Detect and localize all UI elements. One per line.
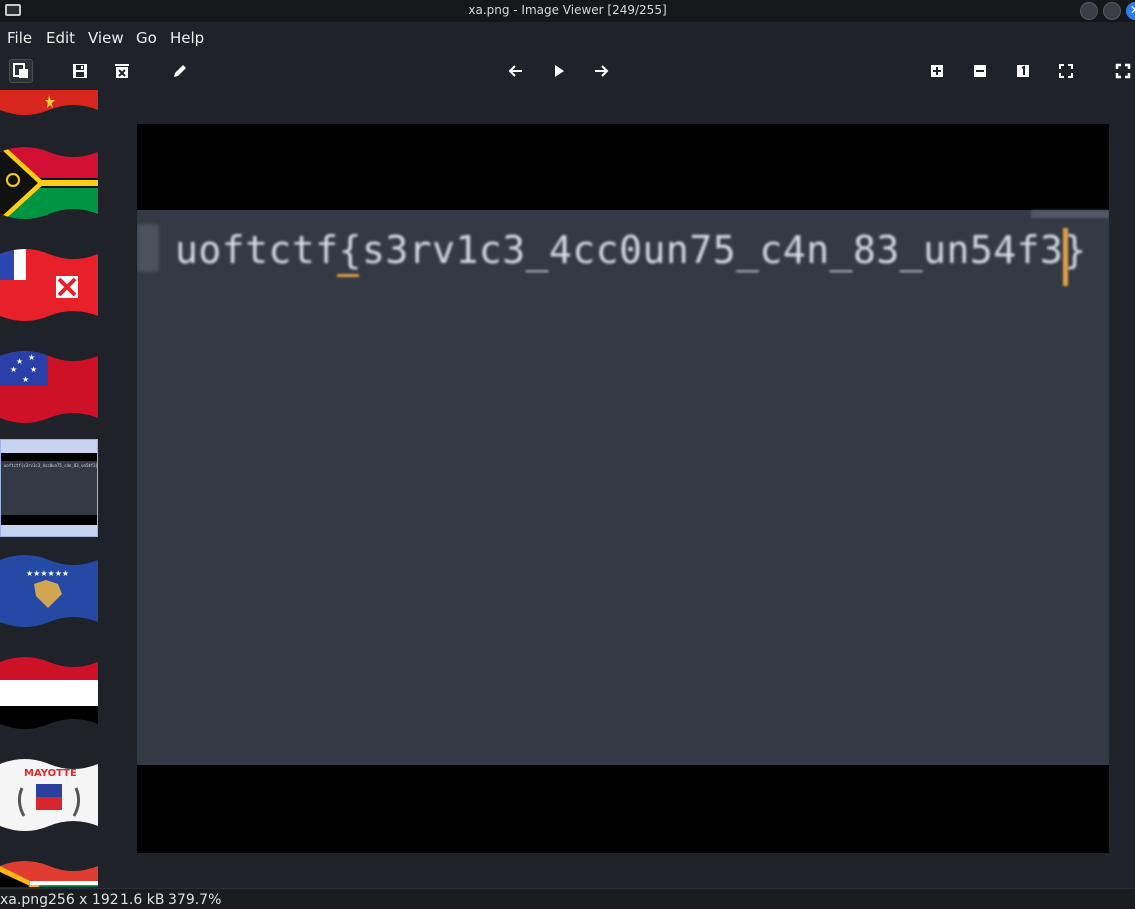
status-filename: xa.png <box>0 892 48 908</box>
window-title: xa.png - Image Viewer [249/255] <box>468 3 667 17</box>
fit-window-button[interactable] <box>1054 59 1078 83</box>
zoom-out-button[interactable] <box>968 59 992 83</box>
close-icon: ✕ <box>1130 3 1135 17</box>
image-content-area <box>137 210 1109 765</box>
status-dimensions: 256 x 192 <box>48 892 119 908</box>
original-size-icon <box>1017 65 1029 77</box>
show-sidebar-button[interactable] <box>9 59 33 83</box>
title-bar: xa.png - Image Viewer [249/255] ✕ <box>0 0 1135 22</box>
edit-button[interactable] <box>168 59 192 83</box>
save-icon <box>73 64 87 78</box>
flag-wallis-futuna-icon <box>0 249 98 321</box>
thumbnail-flag-yemen[interactable] <box>0 652 98 750</box>
image-canvas[interactable]: uoftctf{s3rv1c3_4cc0un75_c4n_83_un54f3} <box>137 124 1109 853</box>
image-scrollbar-hint <box>1031 210 1109 218</box>
mayotte-label: MAYOTTE <box>24 768 77 779</box>
flag-kosovo-icon: ★★★★★★ <box>0 555 98 627</box>
image-viewer-window: xa.png - Image Viewer [249/255] ✕ File E… <box>0 0 1135 909</box>
thumbnail-flag-kosovo[interactable]: ★★★★★★ <box>0 550 98 648</box>
menu-help[interactable]: Help <box>170 29 204 47</box>
thumbnail-flag-vanuatu[interactable] <box>0 142 98 240</box>
fit-window-icon <box>1059 64 1073 78</box>
fullscreen-icon <box>1115 63 1131 79</box>
thumbnail-text: uoftctf{s3rv1c3_4cc0un75_c4n_83_un54f3} <box>4 463 98 468</box>
fullscreen-button[interactable] <box>1111 59 1135 83</box>
flag-yemen-icon <box>0 657 98 729</box>
menu-view[interactable]: View <box>88 29 124 47</box>
thumbnail-xa-png-selected[interactable]: uoftctf{s3rv1c3_4cc0un75_c4n_83_un54f3} <box>0 439 98 537</box>
thumbnail-flag-vietnam[interactable] <box>0 90 98 118</box>
next-icon <box>595 65 609 77</box>
image-text-cursor <box>1058 228 1068 286</box>
flag-vietnam-icon <box>0 90 98 115</box>
svg-text:★: ★ <box>10 365 17 374</box>
original-size-button[interactable] <box>1011 59 1035 83</box>
edit-icon <box>174 65 186 77</box>
previous-icon <box>508 65 522 77</box>
previous-button[interactable] <box>504 59 528 83</box>
thumbnail-flag-wallis-futuna[interactable] <box>0 244 98 342</box>
status-filesize: 1.6 kB <box>120 892 165 908</box>
thumbnail-flag-south-africa[interactable] <box>0 856 98 887</box>
svg-text:★: ★ <box>22 375 29 384</box>
delete-button[interactable] <box>110 59 134 83</box>
flag-mayotte-icon: MAYOTTE <box>0 759 98 831</box>
image-bracket-highlight <box>337 274 359 277</box>
zoom-in-button[interactable] <box>925 59 949 83</box>
slideshow-button[interactable] <box>547 59 571 83</box>
zoom-out-icon <box>974 65 986 77</box>
next-button[interactable] <box>589 59 613 83</box>
zoom-in-icon <box>931 65 943 77</box>
thumbnail-flag-samoa[interactable]: ★ ★ ★ ★ ★ <box>0 346 98 444</box>
maximize-button[interactable] <box>1103 2 1121 20</box>
slideshow-icon <box>555 65 564 77</box>
save-button[interactable] <box>68 59 92 83</box>
close-button[interactable]: ✕ <box>1126 2 1135 20</box>
minimize-button[interactable] <box>1080 2 1098 20</box>
thumbnail-sidebar[interactable]: ★ ★ ★ ★ ★ uoftctf{s3rv1c3_4cc0un75_c4n_8… <box>0 90 100 887</box>
menu-bar: File Edit View Go Help <box>0 27 1135 51</box>
svg-text:★: ★ <box>28 353 35 362</box>
svg-text:★★★★★★: ★★★★★★ <box>26 569 69 578</box>
svg-text:★: ★ <box>30 365 37 374</box>
menu-edit[interactable]: Edit <box>46 29 75 47</box>
show-sidebar-icon <box>13 63 28 78</box>
status-zoom: 379.7% <box>168 892 222 908</box>
menu-go[interactable]: Go <box>136 29 157 47</box>
image-gutter-mark <box>137 224 159 272</box>
flag-vanuatu-icon <box>0 147 98 219</box>
toolbar <box>0 56 1135 86</box>
thumbnail-flag-mayotte[interactable]: MAYOTTE <box>0 754 98 852</box>
flag-south-africa-icon <box>0 861 98 887</box>
image-flag-text: uoftctf{s3rv1c3_4cc0un75_c4n_83_un54f3} <box>175 228 1087 272</box>
status-bar: xa.png 256 x 192 1.6 kB 379.7% <box>0 888 1135 909</box>
flag-samoa-icon: ★ ★ ★ ★ ★ <box>0 351 98 423</box>
delete-icon <box>115 64 129 78</box>
menu-file[interactable]: File <box>7 29 32 47</box>
